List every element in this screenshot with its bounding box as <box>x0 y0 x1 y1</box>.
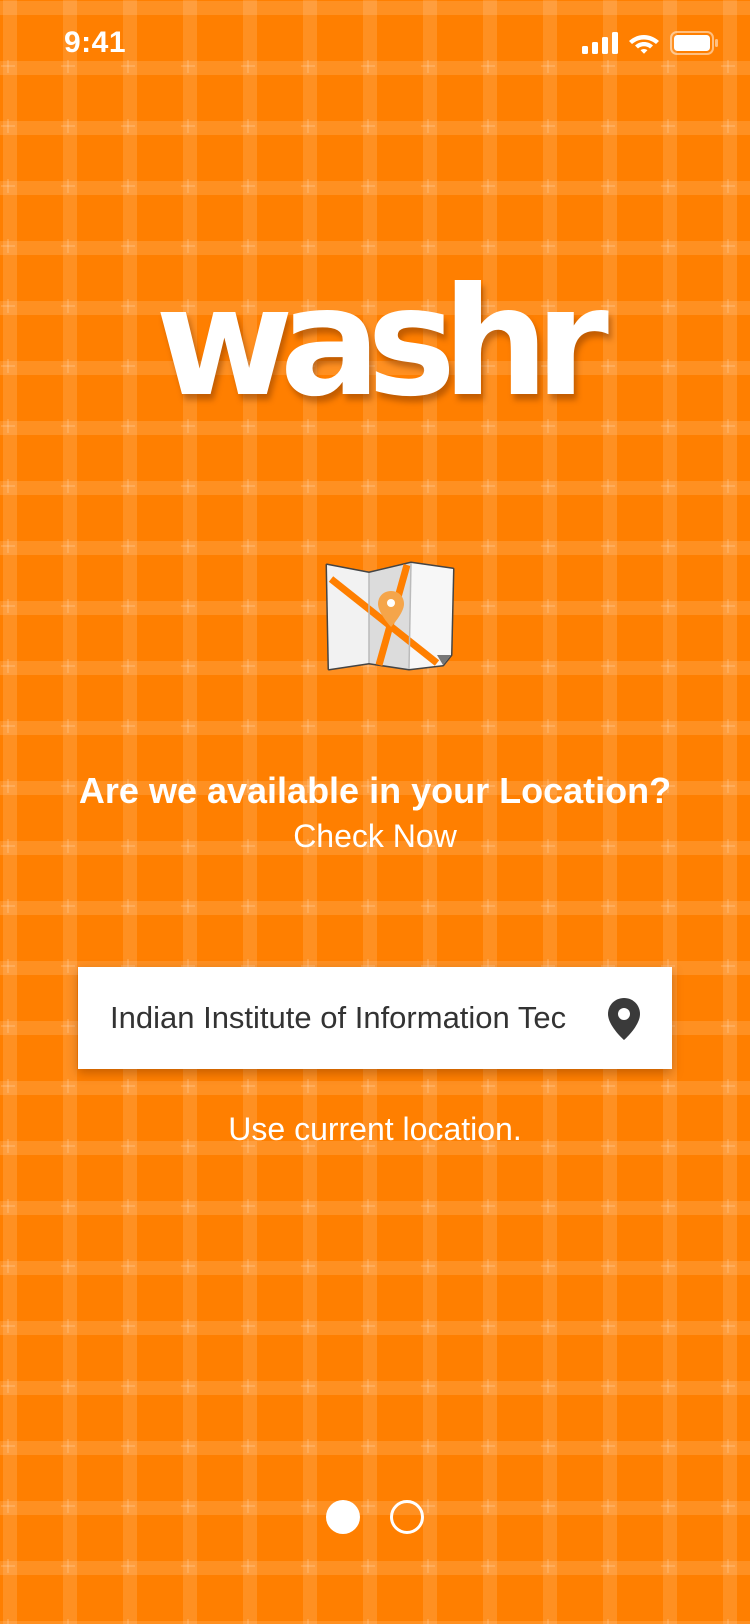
location-input[interactable] <box>110 1000 580 1036</box>
availability-headline: Are we available in your Location? <box>78 770 672 811</box>
status-icons <box>582 31 718 55</box>
page-indicator <box>0 1500 750 1534</box>
check-now-text: Check Now <box>293 818 457 854</box>
status-time: 9:41 <box>64 26 127 59</box>
plus-pattern <box>0 0 750 1624</box>
location-field[interactable] <box>78 967 672 1069</box>
page-dot-1-active[interactable] <box>326 1500 360 1534</box>
page-dot-2[interactable] <box>390 1500 424 1534</box>
brand-logo: washr <box>155 256 609 430</box>
status-bar: 9:41 <box>0 0 750 88</box>
wifi-icon <box>629 35 659 54</box>
use-current-location-link[interactable]: Use current location. <box>0 1111 750 1148</box>
background-pattern <box>0 0 750 1624</box>
location-pin-icon[interactable] <box>606 997 642 1041</box>
signal-icon <box>582 32 618 54</box>
map-icon <box>325 561 455 671</box>
battery-icon <box>670 31 718 55</box>
